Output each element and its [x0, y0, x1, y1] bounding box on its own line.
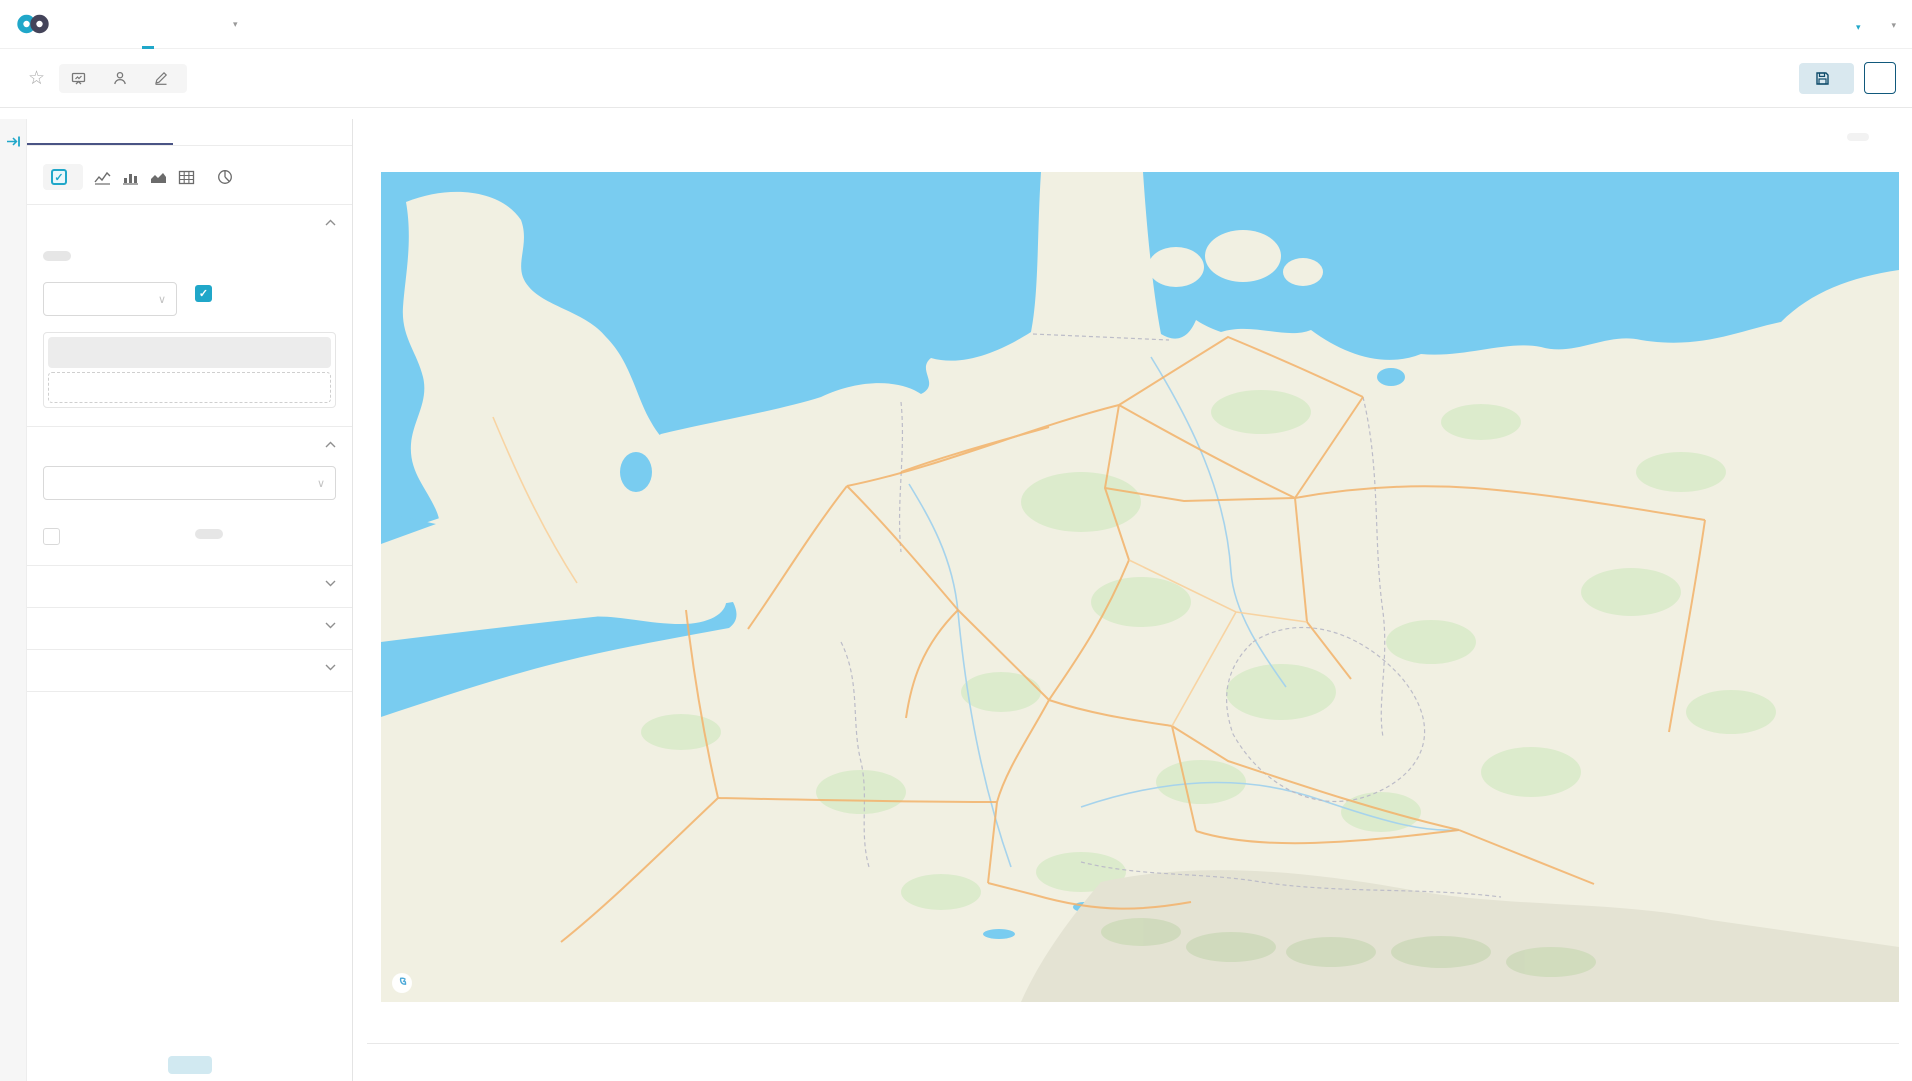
save-icon — [1815, 71, 1830, 86]
nav-dashboards[interactable] — [88, 0, 128, 48]
mapbox-logo[interactable] — [391, 972, 418, 994]
section-point-color[interactable] — [43, 608, 336, 635]
chart-meta — [59, 64, 187, 93]
section-point-size[interactable] — [43, 566, 336, 593]
filter-drop-zone[interactable] — [48, 372, 331, 403]
chevron-down-icon: ▾ — [1856, 22, 1861, 32]
viewport-pill[interactable] — [195, 529, 223, 539]
chevron-down-icon: ▾ — [1891, 20, 1896, 30]
map-style-select[interactable]: ∨ — [43, 466, 336, 500]
dashboard-icon — [71, 71, 86, 86]
chevron-down-icon: ∨ — [158, 293, 166, 306]
viz-type-selected[interactable]: ✓ — [43, 164, 83, 190]
chevron-down-icon — [325, 580, 336, 587]
query-timer-badge — [1877, 133, 1899, 141]
pie-chart-icon[interactable] — [217, 169, 233, 185]
map-canvas[interactable] — [381, 172, 1899, 1002]
superset-logo[interactable] — [16, 0, 58, 48]
filters-box — [43, 332, 336, 408]
map-dots-layer — [381, 172, 1899, 1002]
auto-zoom-checkbox[interactable] — [43, 528, 195, 545]
data-preview-tabs — [367, 1030, 1899, 1044]
nav-charts[interactable] — [128, 0, 168, 48]
top-nav: ▾ ▾ ▾ — [0, 0, 1912, 49]
more-actions-button[interactable] — [1864, 62, 1896, 94]
row-limit-select[interactable]: ∨ — [43, 282, 177, 316]
section-query[interactable] — [43, 205, 336, 232]
tab-data[interactable] — [27, 119, 173, 145]
save-button[interactable] — [1799, 63, 1854, 94]
mapbox-icon — [391, 972, 413, 994]
chevron-up-icon — [325, 219, 336, 226]
update-chart-button[interactable] — [168, 1056, 212, 1074]
expand-panel-icon[interactable] — [4, 132, 22, 150]
nav-sql[interactable]: ▾ — [208, 0, 258, 48]
chevron-down-icon: ▾ — [233, 19, 238, 30]
row-count-badge — [1847, 133, 1869, 141]
time-filter-pill[interactable] — [48, 337, 331, 368]
superset-app: ▾ ▾ ▾ ☆ — [0, 0, 1912, 1081]
panel-tabs — [27, 119, 352, 146]
infinity-logo-icon — [16, 11, 50, 37]
section-advanced[interactable] — [43, 650, 336, 677]
checked-checkbox-icon: ✓ — [51, 169, 67, 185]
panel-collapse-rail — [0, 119, 27, 1081]
chevron-down-icon — [325, 664, 336, 671]
owner-meta — [113, 71, 134, 85]
chart-header: ☆ — [0, 49, 1912, 108]
unchecked-checkbox-icon — [43, 528, 60, 545]
query-status — [1847, 133, 1899, 141]
control-panel: ✓ ∨ — [27, 119, 353, 1081]
line-chart-icon[interactable] — [94, 170, 111, 185]
chevron-up-icon — [325, 441, 336, 448]
new-item-menu[interactable]: ▾ — [1851, 14, 1861, 35]
chevron-down-icon: ∨ — [317, 477, 325, 490]
pencil-icon — [154, 71, 168, 85]
ignore-null-checkbox[interactable]: ✓ — [195, 285, 336, 302]
settings-menu[interactable]: ▾ — [1886, 16, 1896, 32]
dashboards-meta — [71, 71, 93, 86]
user-icon — [113, 71, 127, 85]
nav-datasets[interactable] — [168, 0, 208, 48]
area-chart-icon[interactable] — [150, 170, 167, 185]
chevron-down-icon — [325, 622, 336, 629]
bar-chart-icon[interactable] — [122, 170, 139, 185]
table-icon[interactable] — [178, 170, 195, 185]
lonlat-pill[interactable] — [43, 251, 71, 261]
favorite-star-icon[interactable]: ☆ — [28, 67, 45, 90]
checked-checkbox-icon: ✓ — [195, 285, 212, 302]
last-modified-meta — [154, 71, 175, 85]
viz-type-row: ✓ — [43, 164, 336, 190]
section-map[interactable] — [43, 427, 336, 454]
